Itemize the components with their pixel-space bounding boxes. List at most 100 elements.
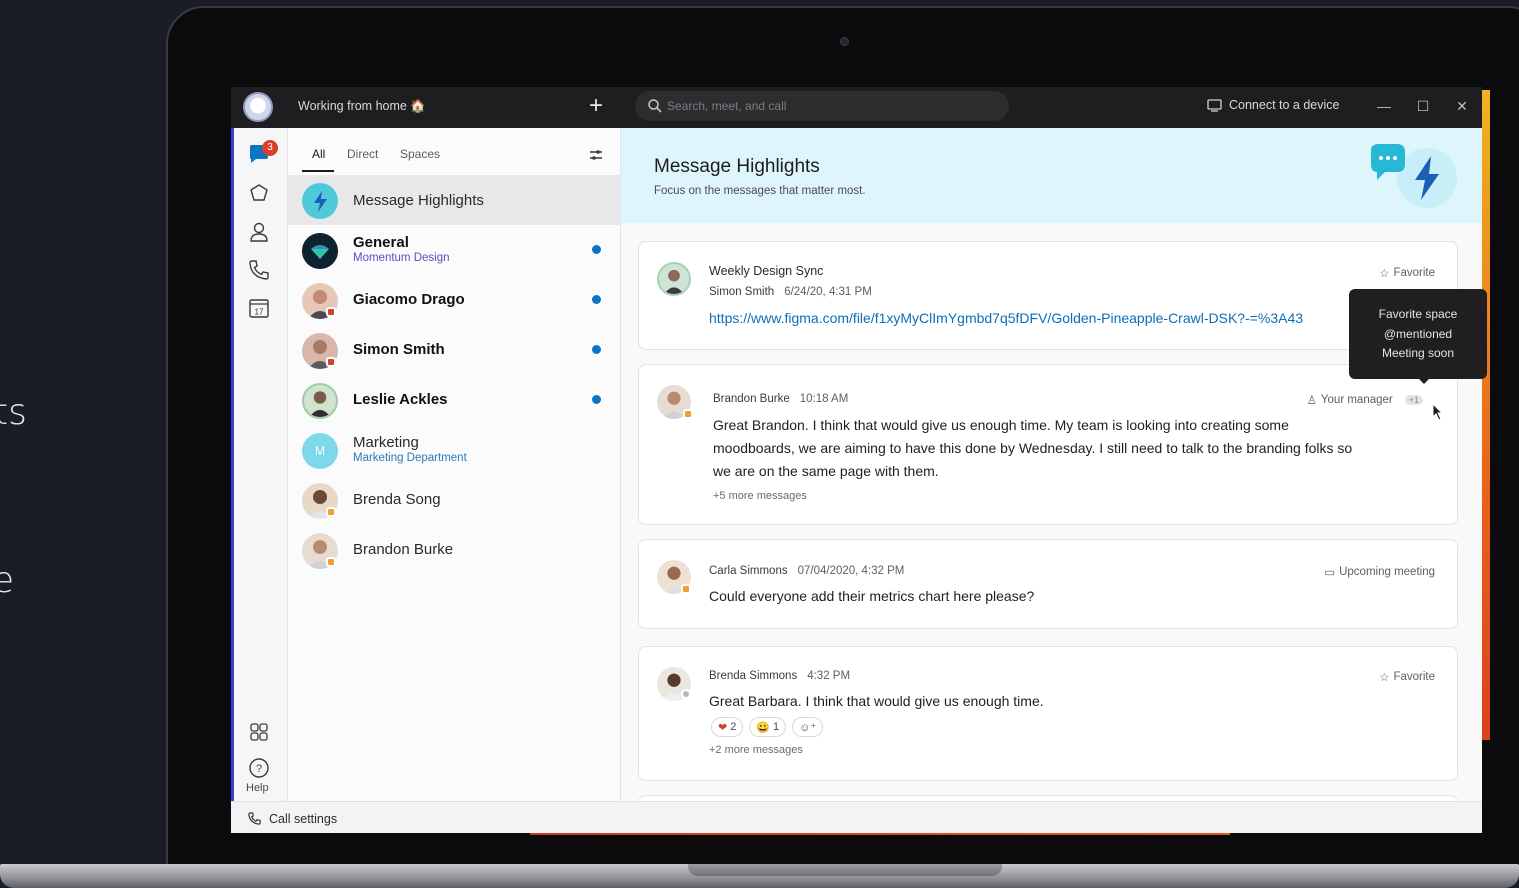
- laptop-notch: [688, 864, 1002, 876]
- conversation-subtitle: Momentum Design: [353, 252, 450, 264]
- presence-offline-icon: [681, 689, 691, 699]
- conversation-list: All Direct Spaces Message Highlights Gen…: [288, 128, 621, 801]
- call-settings-button[interactable]: Call settings: [247, 811, 337, 826]
- user-avatar[interactable]: [243, 92, 273, 122]
- general-avatar: [302, 233, 338, 269]
- tab-all[interactable]: All: [312, 147, 325, 161]
- connect-device-button[interactable]: Connect to a device: [1207, 98, 1340, 112]
- message-body: Great Barbara. I think that would give u…: [709, 693, 1044, 709]
- message-line: we are on the same page with them.: [713, 463, 939, 479]
- presence-dnd-icon: [326, 357, 336, 367]
- filter-bar: All Direct Spaces: [288, 128, 621, 174]
- unread-badge: 3: [262, 140, 278, 156]
- teams-icon[interactable]: [247, 182, 271, 206]
- conversation-general[interactable]: General Momentum Design: [288, 225, 621, 275]
- tag-label: Favorite: [1393, 671, 1435, 683]
- close-window-button[interactable]: ✕: [1451, 95, 1473, 117]
- more-messages-link[interactable]: +2 more messages: [709, 744, 803, 756]
- conversation-title: Marketing: [353, 434, 419, 451]
- favorite-tag: ☆ Favorite: [1379, 266, 1435, 280]
- search-bar[interactable]: [635, 91, 1009, 121]
- active-tab-underline: [302, 170, 334, 172]
- person-photo-icon: [309, 391, 331, 417]
- sender-name: Simon Smith: [709, 286, 775, 298]
- page-title: Message Highlights: [654, 156, 820, 177]
- conversation-title: Leslie Ackles: [353, 391, 448, 408]
- conversation-marketing[interactable]: M Marketing Marketing Department: [288, 425, 621, 475]
- message-line: moodboards, we are aiming to have this d…: [713, 440, 1353, 456]
- reaction-smile[interactable]: 😀 1: [749, 717, 787, 737]
- highlight-card-weekly-design-sync[interactable]: Weekly Design Sync Simon Smith 6/24/20, 4…: [638, 241, 1458, 350]
- favorite-tag: ☆ Favorite: [1379, 670, 1435, 684]
- laptop-camera: [840, 37, 849, 46]
- status-message[interactable]: Working from home 🏠: [298, 99, 426, 114]
- tab-direct[interactable]: Direct: [347, 147, 378, 161]
- presence-away-icon: [326, 557, 336, 567]
- message-time: 6/24/20, 4:31 PM: [784, 286, 872, 298]
- svg-text:?: ?: [256, 763, 262, 775]
- navigation-rail: 3 17 ? Help: [231, 128, 288, 801]
- message-meta: Brandon Burke 10:18 AM: [713, 393, 848, 405]
- minimize-button[interactable]: —: [1373, 95, 1395, 117]
- apps-grid-icon[interactable]: [247, 720, 271, 744]
- new-conversation-button[interactable]: +: [583, 93, 609, 119]
- person-photo-icon: [664, 269, 684, 294]
- status-bar: Call settings: [231, 801, 1482, 833]
- conversation-simon-smith[interactable]: Simon Smith: [288, 325, 621, 375]
- highlight-card-carla-simmons[interactable]: Carla Simmons 07/04/2020, 4:32 PM Could e…: [638, 539, 1458, 629]
- tooltip-line: Favorite space: [1378, 307, 1458, 321]
- conversation-leslie-ackles[interactable]: Leslie Ackles: [288, 375, 621, 425]
- smile-icon: 😀: [756, 721, 771, 734]
- conversation-title: Giacomo Drago: [353, 291, 465, 308]
- add-reaction-button[interactable]: ☺⁺: [792, 717, 824, 737]
- tag-label: Upcoming meeting: [1339, 566, 1435, 578]
- search-input[interactable]: [667, 98, 997, 114]
- conversation-message-highlights[interactable]: Message Highlights: [288, 175, 621, 225]
- tooltip-line: Meeting soon: [1381, 346, 1455, 360]
- screen-cast-icon: [1207, 98, 1222, 112]
- page-subtitle: Focus on the messages that matter most.: [654, 185, 866, 197]
- conversation-subtitle: Marketing Department: [353, 452, 467, 464]
- calendar-icon[interactable]: 17: [247, 296, 271, 320]
- background-slide-text-1: ts: [0, 392, 27, 433]
- reactions-row: ❤ 2 😀 1 ☺⁺: [711, 717, 824, 737]
- unread-indicator: [592, 295, 601, 304]
- tooltip-line: @mentioned: [1383, 326, 1453, 341]
- reaction-heart[interactable]: ❤ 2: [711, 717, 744, 737]
- help-icon[interactable]: ?: [247, 756, 271, 780]
- simon-avatar: [657, 262, 691, 296]
- help-label: Help: [246, 782, 269, 794]
- tab-spaces[interactable]: Spaces: [400, 147, 440, 161]
- heart-icon: ❤: [718, 721, 728, 734]
- tooltip-arrow: [1417, 377, 1431, 384]
- contacts-icon[interactable]: [247, 220, 271, 244]
- meeting-tag: ▭ Upcoming meeting: [1324, 565, 1435, 579]
- reaction-count: 2: [730, 721, 737, 733]
- filter-options-icon[interactable]: [588, 148, 604, 162]
- tag-label: Your manager: [1320, 394, 1393, 406]
- background-slide-text-2: e: [0, 560, 15, 601]
- calendar-day: 17: [255, 308, 264, 317]
- lightning-icon: [314, 191, 327, 212]
- app-window: Working from home 🏠 + Connect to a devic…: [231, 87, 1482, 833]
- maximize-button[interactable]: ☐: [1412, 95, 1434, 117]
- highlight-card-brandon-burke[interactable]: Brandon Burke 10:18 AM Great Brandon. I t…: [638, 364, 1458, 525]
- title-bar: Working from home 🏠 + Connect to a devic…: [231, 87, 1482, 128]
- highlight-card-brenda-simmons[interactable]: Brenda Simmons 4:32 PM Great Barbara. I t…: [638, 646, 1458, 781]
- connect-device-label: Connect to a device: [1229, 98, 1340, 112]
- more-tags-chip[interactable]: +1: [1404, 395, 1423, 405]
- conversation-brenda-song[interactable]: Brenda Song: [288, 475, 621, 525]
- sender-name: Brenda Simmons: [709, 670, 798, 682]
- rail-active-indicator: [231, 128, 234, 801]
- conversation-title: Brandon Burke: [353, 541, 454, 558]
- more-messages-link[interactable]: +5 more messages: [713, 490, 807, 502]
- presence-dnd-icon: [326, 307, 336, 317]
- calling-icon[interactable]: [247, 258, 271, 282]
- message-link[interactable]: https://www.figma.com/file/f1xyMyClImYgm…: [709, 310, 1303, 326]
- message-meta: Simon Smith 6/24/20, 4:31 PM: [709, 286, 872, 298]
- highlights-content: Message Highlights Focus on the messages…: [621, 128, 1482, 815]
- conversation-brandon-burke[interactable]: Brandon Burke: [288, 525, 621, 575]
- presence-away-icon: [683, 409, 693, 419]
- conversation-giacomo-drago[interactable]: Giacomo Drago: [288, 275, 621, 325]
- message-time: 10:18 AM: [799, 393, 849, 405]
